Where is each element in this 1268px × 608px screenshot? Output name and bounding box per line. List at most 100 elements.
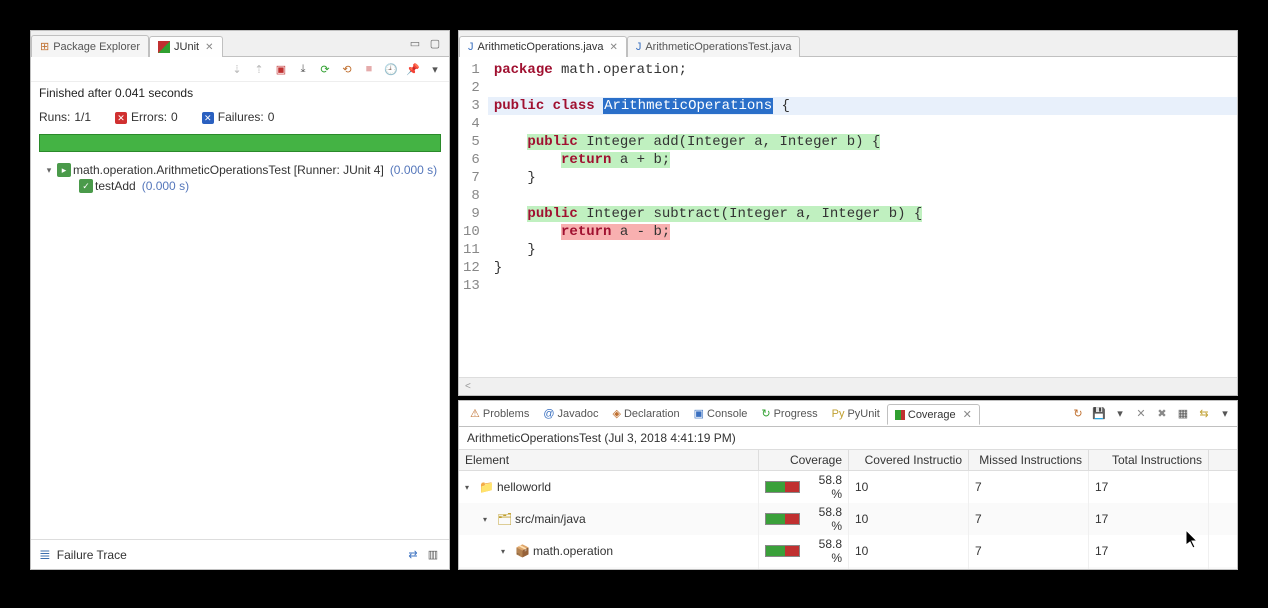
suite-time: (0.000 s): [390, 163, 437, 177]
merge-icon[interactable]: ▦: [1175, 406, 1191, 422]
next-failure-icon[interactable]: ⇣: [229, 61, 245, 77]
test-progress-bar: [39, 134, 441, 152]
test-tree[interactable]: ▾ ▸ math.operation.ArithmeticOperationsT…: [31, 156, 449, 539]
col-total[interactable]: Total Instructions: [1089, 450, 1209, 470]
coverage-row[interactable]: ▾🗂src/main/java58.8 %10717: [459, 503, 1237, 535]
java-file-icon: J: [468, 41, 474, 53]
coverage-bar: [765, 545, 800, 557]
pin-icon[interactable]: 📌: [405, 61, 421, 77]
history-icon[interactable]: 🕘: [383, 61, 399, 77]
show-failures-icon[interactable]: ▣: [273, 61, 289, 77]
coverage-row[interactable]: ▾📦math.operation58.8 %10717: [459, 535, 1237, 567]
tab-coverage[interactable]: Coverage✕: [887, 404, 980, 425]
failure-trace-label: Failure Trace: [57, 548, 127, 562]
horizontal-scrollbar[interactable]: <: [459, 377, 1237, 395]
expand-icon[interactable]: ▾: [501, 547, 511, 556]
col-missed[interactable]: Missed Instructions: [969, 450, 1089, 470]
coverage-pct: 58.8 %: [806, 537, 842, 565]
coverage-value: 17: [1089, 567, 1209, 569]
rerun-failed-icon[interactable]: ⟲: [339, 61, 355, 77]
expand-icon[interactable]: ▾: [483, 515, 493, 524]
remove-session-icon[interactable]: ✕: [1133, 406, 1149, 422]
test-label: testAdd: [95, 179, 136, 193]
coverage-value: 17: [1089, 503, 1209, 535]
coverage-value: 7: [969, 471, 1089, 503]
editor-tab-arithmetic-operations[interactable]: J ArithmeticOperations.java ✕: [459, 36, 627, 57]
tab-package-explorer[interactable]: ⊞ Package Explorer: [31, 35, 149, 57]
close-icon[interactable]: ✕: [963, 408, 972, 421]
col-covered[interactable]: Covered Instructio: [849, 450, 969, 470]
col-element[interactable]: Element: [459, 450, 759, 470]
scroll-lock-icon[interactable]: ⤓: [295, 61, 311, 77]
close-icon[interactable]: ✕: [609, 42, 617, 53]
rerun-test-icon[interactable]: ⟳: [317, 61, 333, 77]
coverage-view: ⚠Problems @Javadoc ◈Declaration ▣Console…: [458, 400, 1238, 570]
package-explorer-icon: ⊞: [40, 40, 49, 53]
editor-tab-arithmetic-operations-test[interactable]: J ArithmeticOperationsTest.java: [627, 36, 801, 57]
junit-toolbar: ⇣ ⇡ ▣ ⤓ ⟳ ⟲ ■ 🕘 📌 ▾: [31, 57, 449, 82]
view-menu-icon[interactable]: ▾: [427, 61, 443, 77]
java-file-icon: J: [636, 41, 642, 53]
coverage-bar: [765, 513, 800, 525]
code-editor[interactable]: 1234 5678 910111213 package math.operati…: [459, 57, 1237, 377]
coverage-table[interactable]: Element Coverage Covered Instructio Miss…: [459, 449, 1237, 569]
tab-pyunit[interactable]: PyPyUnit: [825, 405, 887, 423]
coverage-value: 17: [1089, 535, 1209, 567]
failures-label: Failures:: [218, 110, 264, 124]
tab-label: Package Explorer: [53, 41, 140, 53]
tab-label: ArithmeticOperationsTest.java: [645, 41, 791, 53]
dump-icon[interactable]: 💾: [1091, 406, 1107, 422]
declaration-icon: ◈: [613, 407, 621, 420]
errors-label: Errors:: [131, 110, 167, 124]
prev-failure-icon[interactable]: ⇡: [251, 61, 267, 77]
tab-junit[interactable]: JUnit ✕: [149, 36, 222, 57]
junit-icon: [158, 41, 170, 53]
line-gutter: 1234 5678 910111213: [459, 57, 488, 377]
coverage-icon: [895, 410, 905, 420]
dropdown-icon[interactable]: ▾: [1112, 406, 1128, 422]
element-name: helloworld: [497, 480, 551, 494]
coverage-value: 7: [969, 503, 1089, 535]
test-suite-row[interactable]: ▾ ▸ math.operation.ArithmeticOperationsT…: [35, 162, 445, 178]
filter-stack-icon[interactable]: ⇄: [405, 547, 421, 563]
editor-area: J ArithmeticOperations.java ✕ J Arithmet…: [458, 30, 1238, 396]
coverage-value: 17: [1089, 471, 1209, 503]
code-body[interactable]: package math.operation; public class Ari…: [488, 57, 1237, 377]
coverage-row[interactable]: ▾📁helloworld58.8 %10717: [459, 471, 1237, 503]
coverage-session-label: ArithmeticOperationsTest (Jul 3, 2018 4:…: [459, 427, 1237, 449]
tab-javadoc[interactable]: @Javadoc: [536, 405, 605, 423]
link-editor-icon[interactable]: ⇆: [1196, 406, 1212, 422]
tab-progress[interactable]: ↻Progress: [754, 404, 824, 423]
element-icon: 📦: [515, 544, 529, 558]
element-icon: 🗂: [497, 512, 511, 526]
suite-label: math.operation.ArithmeticOperationsTest …: [73, 163, 384, 177]
coverage-value: 7: [969, 535, 1089, 567]
coverage-pct: 58.8 %: [806, 505, 842, 533]
failure-trace-header: ≣ Failure Trace ⇄ ▥: [31, 539, 449, 569]
close-icon[interactable]: ✕: [205, 42, 213, 53]
junit-stats: Runs:1/1 ✕Errors:0 ✕Failures:0: [31, 104, 449, 130]
coverage-value: 10: [849, 471, 969, 503]
stop-icon[interactable]: ■: [361, 61, 377, 77]
minimize-view-icon[interactable]: ▭: [407, 35, 423, 51]
tab-label: JUnit: [174, 41, 199, 53]
test-case-row[interactable]: ✓ testAdd (0.000 s): [35, 178, 445, 194]
coverage-row[interactable]: ▸JArithmeticOperations.java58.8 %10717: [459, 567, 1237, 569]
coverage-value: 10: [849, 503, 969, 535]
compare-icon[interactable]: ▥: [425, 547, 441, 563]
failures-icon: ✕: [202, 112, 214, 124]
stacktrace-icon: ≣: [39, 546, 51, 563]
expand-icon[interactable]: ▾: [465, 483, 475, 492]
coverage-bar: [765, 481, 800, 493]
errors-icon: ✕: [115, 112, 127, 124]
test-pass-icon: ▸: [57, 163, 71, 177]
remove-all-icon[interactable]: ✖: [1154, 406, 1170, 422]
relaunch-coverage-icon[interactable]: ↻: [1070, 406, 1086, 422]
view-menu-icon[interactable]: ▾: [1217, 406, 1233, 422]
tab-declaration[interactable]: ◈Declaration: [606, 404, 687, 423]
col-coverage[interactable]: Coverage: [759, 450, 849, 470]
tab-problems[interactable]: ⚠Problems: [463, 404, 536, 423]
maximize-view-icon[interactable]: ▢: [427, 35, 443, 51]
tab-console[interactable]: ▣Console: [687, 404, 755, 423]
collapse-icon[interactable]: ▾: [43, 164, 55, 176]
